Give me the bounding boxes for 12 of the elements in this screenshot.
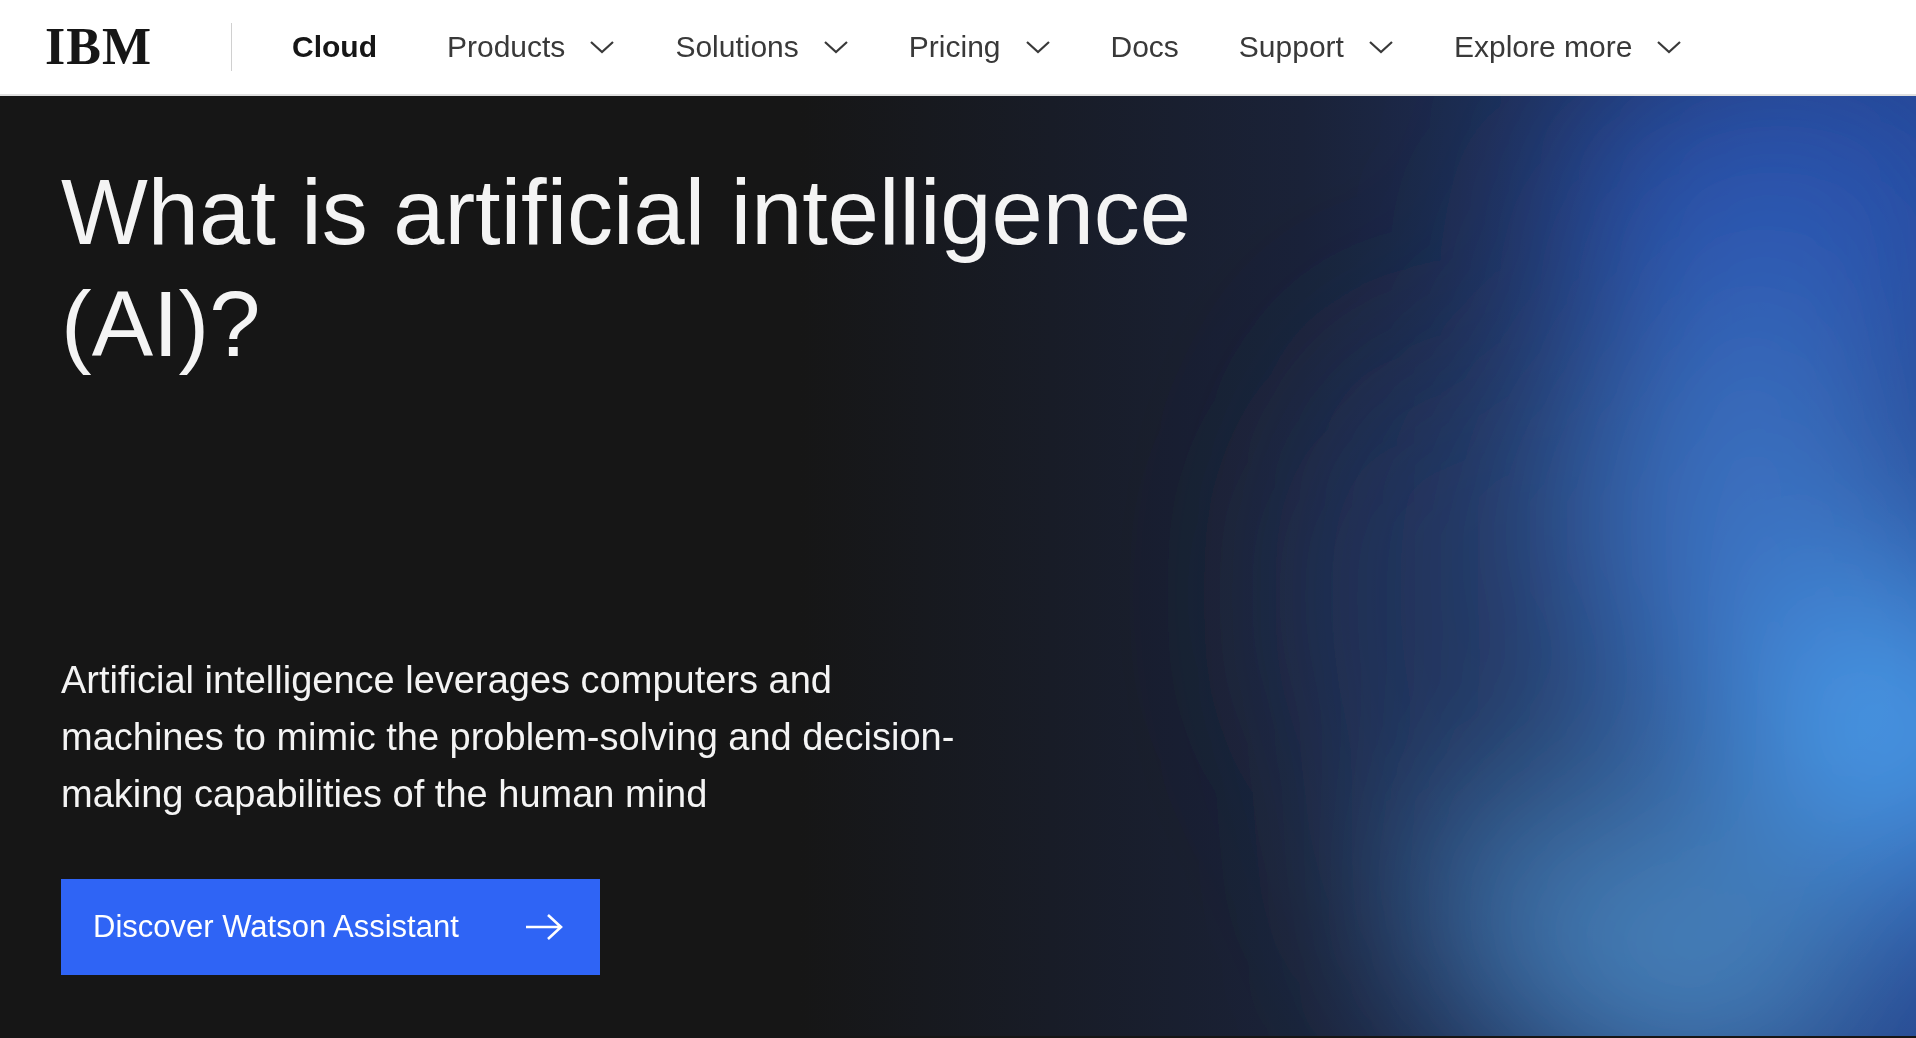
nav-menu-item[interactable]: Solutions [675, 30, 849, 64]
nav-menu-item[interactable]: Products [447, 30, 616, 64]
nav-menu-item[interactable]: Pricing [908, 30, 1051, 64]
nav-menu-item[interactable]: Support [1238, 30, 1394, 64]
arrow-right-icon [524, 913, 564, 941]
logo[interactable]: IBM [45, 19, 163, 75]
nav-menu-item[interactable]: Explore more [1453, 30, 1683, 64]
discover-button[interactable]: Discover Watson Assistant [61, 879, 600, 975]
hero-description: Artificial intelligence leverages computers and machines to mimic the problem-solving and decision-making capabilities of the human mind [61, 658, 956, 817]
brand-link[interactable]: Cloud [292, 30, 377, 64]
nav-menu-item[interactable]: Docs [1110, 30, 1179, 64]
page-title: What is artificial intelligence (AI)? [61, 160, 1192, 377]
